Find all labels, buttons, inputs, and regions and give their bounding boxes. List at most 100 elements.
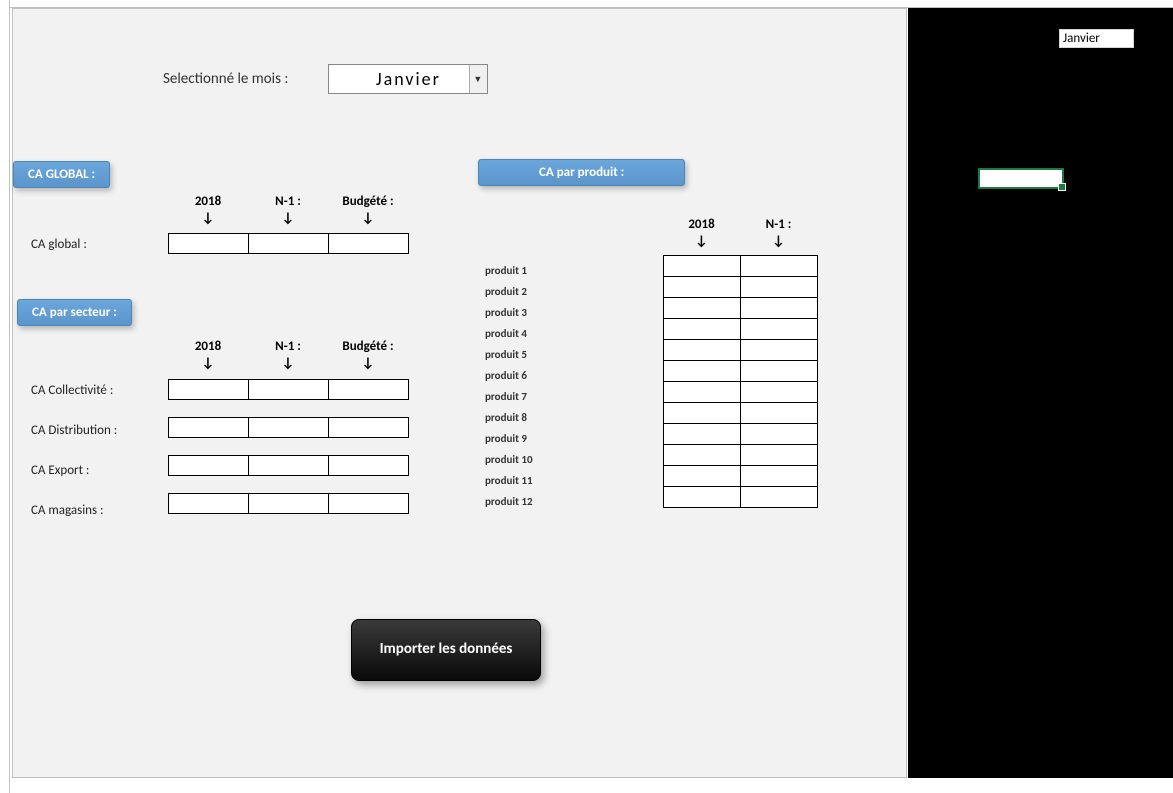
- active-cell-indicator[interactable]: [978, 168, 1064, 189]
- import-data-button[interactable]: Importer les données: [351, 619, 541, 681]
- cell[interactable]: [664, 445, 741, 466]
- table-row: [664, 340, 818, 361]
- cell[interactable]: [249, 494, 329, 514]
- cell[interactable]: [664, 403, 741, 424]
- cell[interactable]: [741, 466, 818, 487]
- right-dark-panel: Janvier: [908, 8, 1173, 778]
- cell[interactable]: [741, 382, 818, 403]
- table-row: [664, 298, 818, 319]
- cell[interactable]: [741, 403, 818, 424]
- secteur-row-label: CA Collectivité :: [31, 383, 113, 398]
- table-row: [664, 382, 818, 403]
- produit-row-label: produit 11: [485, 470, 533, 491]
- table-row: [169, 456, 409, 476]
- month-dropdown[interactable]: Janvier ▼: [328, 64, 488, 94]
- secteur-row-label: CA Export :: [31, 463, 89, 478]
- cell[interactable]: [741, 256, 818, 277]
- table-row: [664, 256, 818, 277]
- cell[interactable]: [664, 298, 741, 319]
- secteur-col-budget: Budgété : ↓: [328, 339, 408, 371]
- produit-row-label: produit 7: [485, 386, 533, 407]
- badge-ca-global: CA GLOBAL :: [13, 161, 110, 188]
- cell[interactable]: [169, 494, 249, 514]
- produit-row-label: produit 5: [485, 344, 533, 365]
- table-row: [664, 424, 818, 445]
- produit-row-label: produit 6: [485, 365, 533, 386]
- table-row: [169, 418, 409, 438]
- cell[interactable]: [664, 256, 741, 277]
- global-col-2018: 2018 ↓: [168, 194, 248, 226]
- badge-ca-produit: CA par produit :: [478, 159, 685, 186]
- badge-ca-secteur: CA par secteur :: [17, 299, 132, 326]
- global-col-budget: Budgété : ↓: [328, 194, 408, 226]
- cell[interactable]: [741, 445, 818, 466]
- cell[interactable]: [329, 418, 409, 438]
- cell[interactable]: [329, 380, 409, 400]
- produit-row-label: produit 12: [485, 491, 533, 512]
- cell[interactable]: [664, 319, 741, 340]
- arrow-down-icon: ↓: [168, 354, 248, 371]
- cell[interactable]: [169, 418, 249, 438]
- cell[interactable]: [741, 319, 818, 340]
- arrow-down-icon: ↓: [328, 209, 408, 226]
- produit-row-labels: produit 1 produit 2 produit 3 produit 4 …: [485, 260, 533, 512]
- arrow-down-icon: ↓: [740, 232, 817, 249]
- secteur-row-label: CA magasins :: [31, 503, 104, 518]
- cell[interactable]: [249, 234, 329, 254]
- cell[interactable]: [664, 466, 741, 487]
- table-row: [169, 380, 409, 400]
- month-dropdown-value: Janvier: [376, 68, 441, 90]
- cell[interactable]: [249, 418, 329, 438]
- cell[interactable]: [169, 234, 249, 254]
- produit-row-label: produit 8: [485, 407, 533, 428]
- table-row: [664, 487, 818, 508]
- chevron-down-icon: ▼: [469, 65, 487, 93]
- global-column-headers: 2018 ↓ N-1 : ↓ Budgété : ↓: [168, 194, 408, 226]
- cell[interactable]: [741, 424, 818, 445]
- produit-row-label: produit 10: [485, 449, 533, 470]
- dashboard-panel: Selectionné le mois : Janvier ▼ CA GLOBA…: [12, 8, 907, 778]
- produit-row-label: produit 9: [485, 428, 533, 449]
- produit-column-headers: 2018 ↓ N-1 : ↓: [663, 217, 817, 249]
- produit-row-label: produit 2: [485, 281, 533, 302]
- table-row: [664, 277, 818, 298]
- cell[interactable]: [169, 380, 249, 400]
- cell[interactable]: [664, 361, 741, 382]
- produit-table: [663, 255, 818, 508]
- produit-row-label: produit 4: [485, 323, 533, 344]
- table-row: [664, 403, 818, 424]
- arrow-down-icon: ↓: [248, 209, 328, 226]
- cell[interactable]: [741, 277, 818, 298]
- row-headers-bar: [0, 0, 10, 793]
- arrow-down-icon: ↓: [663, 232, 740, 249]
- cell[interactable]: [249, 456, 329, 476]
- month-selector-label: Selectionné le mois :: [163, 70, 288, 88]
- cell[interactable]: [664, 340, 741, 361]
- cell[interactable]: [741, 361, 818, 382]
- cell[interactable]: [329, 456, 409, 476]
- produit-col-2018: 2018 ↓: [663, 217, 740, 249]
- right-panel-cell[interactable]: Janvier: [1059, 29, 1134, 48]
- cell[interactable]: [169, 456, 249, 476]
- cell[interactable]: [664, 277, 741, 298]
- cell[interactable]: [741, 340, 818, 361]
- cell[interactable]: [664, 487, 741, 508]
- table-row: [169, 494, 409, 514]
- cell[interactable]: [664, 382, 741, 403]
- secteur-col-2018: 2018 ↓: [168, 339, 248, 371]
- column-headers-bar: [0, 0, 1173, 8]
- cell[interactable]: [741, 298, 818, 319]
- cell[interactable]: [741, 487, 818, 508]
- arrow-down-icon: ↓: [328, 354, 408, 371]
- table-row: [664, 466, 818, 487]
- import-button-label: Importer les données: [380, 640, 513, 660]
- cell[interactable]: [329, 234, 409, 254]
- secteur-column-headers: 2018 ↓ N-1 : ↓ Budgété : ↓: [168, 339, 408, 371]
- cell[interactable]: [664, 424, 741, 445]
- global-table: [168, 233, 409, 254]
- cell[interactable]: [329, 494, 409, 514]
- month-selector-row: Selectionné le mois : Janvier ▼: [163, 64, 488, 94]
- cell[interactable]: [249, 380, 329, 400]
- table-row: [664, 319, 818, 340]
- table-row: [169, 234, 409, 254]
